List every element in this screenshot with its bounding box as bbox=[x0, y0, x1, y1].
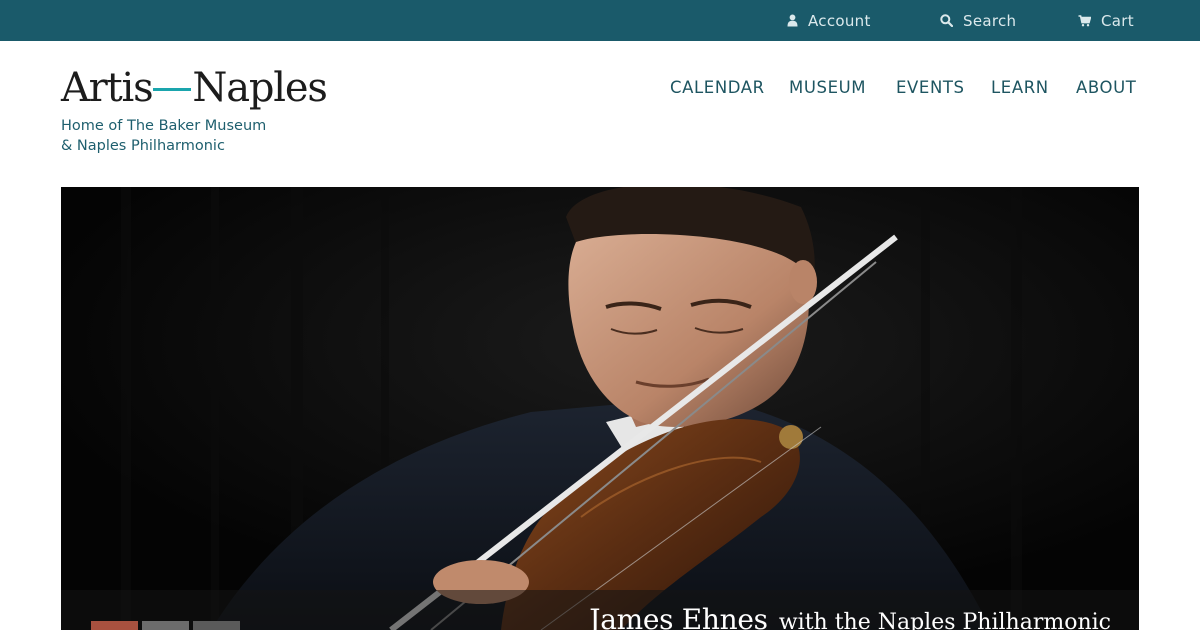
nav-museum[interactable]: MUSEUM bbox=[789, 78, 866, 100]
logo-text-artis: Artis bbox=[61, 65, 154, 111]
logo-text-naples: Naples bbox=[192, 65, 327, 111]
hero-title: James Ehnes bbox=[589, 603, 768, 630]
nav-about[interactable]: ABOUT bbox=[1076, 78, 1136, 100]
tagline-line-2: & Naples Philharmonic bbox=[61, 138, 225, 154]
slide-dot-3[interactable] bbox=[193, 621, 240, 630]
hero-subtitle: with the Naples Philharmonic bbox=[778, 610, 1111, 630]
slide-dot-2[interactable] bbox=[142, 621, 189, 630]
search-link[interactable]: Search bbox=[940, 0, 1016, 41]
nav-events[interactable]: EVENTS bbox=[896, 78, 965, 100]
nav-calendar[interactable]: CALENDAR bbox=[670, 78, 765, 100]
hero-image bbox=[61, 187, 1139, 630]
utility-bar: Account Search Cart bbox=[0, 0, 1200, 41]
search-label: Search bbox=[963, 11, 1017, 30]
logo-dash bbox=[153, 87, 192, 91]
nav-learn[interactable]: LEARN bbox=[991, 78, 1049, 100]
hero-slider[interactable]: James Ehnes with the Naples Philharmonic bbox=[61, 187, 1139, 630]
site-logo[interactable]: Artis Naples bbox=[61, 62, 328, 114]
account-link[interactable]: Account bbox=[787, 0, 871, 41]
cart-link[interactable]: Cart bbox=[1078, 0, 1134, 41]
hero-caption[interactable]: James Ehnes with the Naples Philharmonic bbox=[589, 603, 1111, 630]
cart-icon bbox=[1078, 14, 1091, 27]
slide-indicators bbox=[91, 621, 240, 630]
tagline-line-1: Home of The Baker Museum bbox=[61, 118, 267, 134]
cart-label: Cart bbox=[1101, 11, 1134, 30]
search-icon bbox=[940, 14, 953, 27]
user-icon bbox=[787, 14, 798, 27]
account-label: Account bbox=[808, 11, 871, 30]
tagline: Home of The Baker Museum & Naples Philha… bbox=[61, 116, 301, 156]
slide-dot-1[interactable] bbox=[91, 621, 138, 630]
